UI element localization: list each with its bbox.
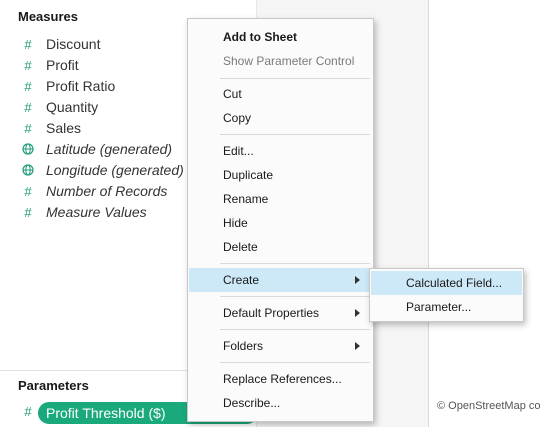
measure-item-quantity[interactable]: # Quantity — [20, 97, 98, 117]
menu-item-default-properties[interactable]: Default Properties — [189, 301, 372, 325]
measure-label: Number of Records — [46, 183, 168, 199]
parameter-label: Profit Threshold ($) — [46, 405, 166, 421]
menu-item-copy[interactable]: Copy — [189, 106, 372, 130]
hash-icon: # — [24, 404, 32, 419]
chevron-right-icon — [355, 342, 360, 350]
hash-icon: # — [24, 57, 32, 73]
menu-item-label: Create — [223, 273, 260, 287]
measure-item-measure-values[interactable]: # Measure Values — [20, 202, 147, 222]
measure-label: Sales — [46, 120, 82, 136]
hash-icon: # — [24, 204, 32, 220]
menu-separator — [220, 329, 370, 330]
measure-label: Profit Ratio — [46, 78, 116, 94]
menu-item-create[interactable]: Create — [189, 268, 372, 292]
measure-item-profit[interactable]: # Profit — [20, 55, 79, 75]
context-menu: Add to Sheet Show Parameter Control Cut … — [187, 18, 374, 422]
menu-separator — [220, 134, 370, 135]
hash-icon: # — [24, 99, 32, 115]
measure-item-number-of-records[interactable]: # Number of Records — [20, 181, 167, 201]
map-credit: © OpenStreetMap co — [437, 400, 541, 412]
hash-icon: # — [24, 78, 32, 94]
create-submenu: Calculated Field... Parameter... — [369, 268, 524, 322]
menu-item-describe[interactable]: Describe... — [189, 391, 372, 415]
menu-item-replace-references[interactable]: Replace References... — [189, 367, 372, 391]
measure-item-latitude[interactable]: Latitude (generated) — [20, 139, 172, 159]
hash-icon: # — [24, 36, 32, 52]
map-panel[interactable] — [428, 0, 541, 427]
hash-icon: # — [24, 183, 32, 199]
menu-item-rename[interactable]: Rename — [189, 187, 372, 211]
menu-separator — [220, 78, 370, 79]
measure-item-sales[interactable]: # Sales — [20, 118, 81, 138]
submenu-item-calculated-field[interactable]: Calculated Field... — [371, 271, 522, 295]
menu-item-show-parameter-control[interactable]: Show Parameter Control — [189, 49, 372, 73]
measure-item-profit-ratio[interactable]: # Profit Ratio — [20, 76, 115, 96]
measure-label: Quantity — [46, 99, 99, 115]
menu-item-hide[interactable]: Hide — [189, 211, 372, 235]
menu-item-edit[interactable]: Edit... — [189, 139, 372, 163]
measure-item-discount[interactable]: # Discount — [20, 34, 100, 54]
measure-label: Measure Values — [46, 204, 147, 220]
menu-separator — [220, 362, 370, 363]
measure-label: Longitude (generated) — [46, 162, 184, 178]
measure-label: Discount — [46, 36, 101, 52]
menu-separator — [220, 296, 370, 297]
hash-icon: # — [24, 120, 32, 136]
menu-item-label: Default Properties — [223, 306, 320, 320]
globe-icon — [20, 164, 36, 176]
measure-item-longitude[interactable]: Longitude (generated) — [20, 160, 184, 180]
measure-label: Profit — [46, 57, 79, 73]
globe-icon — [20, 143, 36, 155]
chevron-right-icon — [355, 309, 360, 317]
measure-label: Latitude (generated) — [46, 141, 173, 157]
menu-separator — [220, 263, 370, 264]
chevron-right-icon — [355, 276, 360, 284]
parameters-header: Parameters — [18, 378, 89, 393]
menu-item-label: Folders — [223, 339, 264, 353]
menu-item-add-to-sheet[interactable]: Add to Sheet — [189, 25, 372, 49]
menu-item-cut[interactable]: Cut — [189, 82, 372, 106]
submenu-item-parameter[interactable]: Parameter... — [371, 295, 522, 319]
menu-item-delete[interactable]: Delete — [189, 235, 372, 259]
menu-item-folders[interactable]: Folders — [189, 334, 372, 358]
measures-header: Measures — [18, 9, 78, 24]
menu-item-duplicate[interactable]: Duplicate — [189, 163, 372, 187]
